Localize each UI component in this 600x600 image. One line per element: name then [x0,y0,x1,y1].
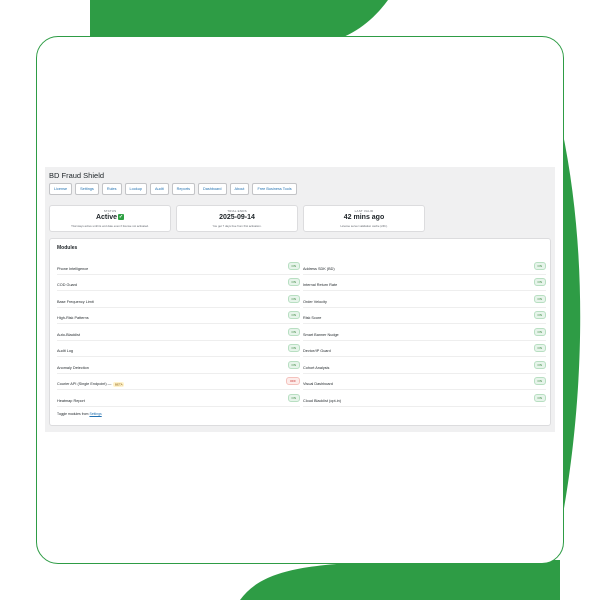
stats-row: STATUS Active ✓ Trial stays active until … [49,205,425,232]
stat-label: STATUS [103,209,117,213]
footer-text: Toggle modules from [57,412,89,416]
module-state-toggle[interactable]: ON [287,393,300,402]
module-state-toggle[interactable]: ON [533,261,546,270]
module-name: High-Risk Patterns [57,316,89,321]
module-row: Order Velocity ON [303,291,546,308]
tab-settings[interactable]: Settings [75,183,99,195]
last-valid-value: 42 mins ago [343,214,385,221]
module-name: Base Frequency Limit [57,299,94,304]
stat-note: Trial stays active until its end date ev… [71,224,149,228]
module-row: Smart Banner Nudge ON [303,324,546,341]
page-title: BD Fraud Shield [49,171,105,180]
module-name: Auto-Blacklist [57,332,81,337]
module-name: Courier API (Single Endpoint) — [57,382,112,387]
module-row: Base Frequency Limit ON [57,291,300,308]
module-name: Device/IP Guard [303,349,331,354]
tab-free-business-tools[interactable]: Free Business Tools [252,183,297,195]
module-state-toggle[interactable]: ON [287,261,300,270]
module-row: Audit Log ON [57,341,300,357]
module-state-toggle[interactable]: ON [533,278,546,287]
status-value: Active [95,214,117,221]
module-name: Risk Score [303,316,322,321]
check-icon: ✓ [118,214,124,221]
module-name: Phone Intelligence [57,266,89,271]
module-row: Courier API (Single Endpoint) — BETA OFF [57,374,300,390]
module-state-toggle[interactable]: ON [533,294,546,303]
module-state-toggle[interactable]: ON [533,393,546,402]
module-row: Cohort Analysis ON [303,357,546,374]
tab-about[interactable]: About [229,183,250,195]
module-state-toggle[interactable]: ON [533,327,546,336]
module-name: Address SDK (BD) [303,266,335,271]
module-state-toggle[interactable]: ON [533,360,546,369]
modules-footer-note: Toggle modules from Settings [57,412,102,416]
module-row: Phone Intelligence ON [57,258,300,275]
module-row: Risk Score ON [303,308,546,324]
trial-ends-value: 2025-09-14 [219,214,255,221]
module-name: Anomaly Detection [57,365,89,370]
module-state-toggle[interactable]: ON [287,278,300,287]
module-name: Order Velocity [303,299,327,304]
module-state-toggle[interactable]: ON [287,344,300,353]
module-name: Internal Return Rate [303,283,338,288]
module-state-toggle[interactable]: ON [287,294,300,303]
module-name: Heatmap Report [57,398,85,403]
module-name: Smart Banner Nudge [303,332,339,337]
modules-right-column: Address SDK (BD) ON Internal Return Rate ON… [303,258,546,407]
module-name: Cloud Blacklist (opt-in) [303,398,341,403]
tab-lookup[interactable]: Lookup [124,183,148,195]
module-state-toggle[interactable]: ON [533,344,546,353]
module-name: Cohort Analysis [303,365,330,370]
module-row: High-Risk Patterns ON [57,308,300,324]
status-card: STATUS Active ✓ Trial stays active until … [49,205,171,232]
stat-label: LAST VALID [354,209,374,213]
stat-note: License server validation cache (24h). [340,224,388,228]
tab-reports[interactable]: Reports [171,183,195,195]
tab-license[interactable]: License [49,183,73,195]
module-row: Internal Return Rate ON [303,275,546,291]
stat-label: TRIAL ENDS [227,209,247,213]
module-state-toggle[interactable]: ON [533,311,546,320]
modules-title: Modules [57,245,78,251]
module-row: Auto-Blacklist ON [57,324,300,341]
module-row: Visual Dashboard ON [303,374,546,390]
stat-note: You get 7 days free from first activatio… [212,224,262,228]
module-state-toggle[interactable]: ON [287,311,300,320]
beta-badge: BETA [113,381,125,387]
module-row: COD Guard ON [57,275,300,291]
settings-link[interactable]: Settings [89,412,101,416]
last-valid-card: LAST VALID 42 mins ago License server va… [303,205,425,232]
app-window: BD Fraud Shield License Settings Rules L… [45,167,555,432]
trial-ends-card: TRIAL ENDS 2025-09-14 You get 7 days fre… [176,205,298,232]
module-state-toggle[interactable]: OFF [286,377,300,386]
tab-dashboard[interactable]: Dashboard [197,183,227,195]
nav-tabs: License Settings Rules Lookup Audit Repo… [49,183,297,195]
tab-audit[interactable]: Audit [150,183,169,195]
module-row: Anomaly Detection ON [57,357,300,374]
modules-panel: Modules Phone Intelligence ON COD Guard ON B… [49,238,551,426]
tab-rules[interactable]: Rules [101,183,122,195]
module-name: Visual Dashboard [303,382,333,387]
module-row: Device/IP Guard ON [303,341,546,357]
module-row: Cloud Blacklist (opt-in) ON [303,390,546,407]
module-row: Address SDK (BD) ON [303,258,546,275]
module-row: Heatmap Report ON [57,390,300,407]
module-state-toggle[interactable]: ON [287,360,300,369]
module-name: Audit Log [57,349,74,354]
module-state-toggle[interactable]: ON [533,377,546,386]
module-name: COD Guard [57,283,78,288]
module-state-toggle[interactable]: ON [287,327,300,336]
modules-left-column: Phone Intelligence ON COD Guard ON Base Freq… [57,258,300,407]
